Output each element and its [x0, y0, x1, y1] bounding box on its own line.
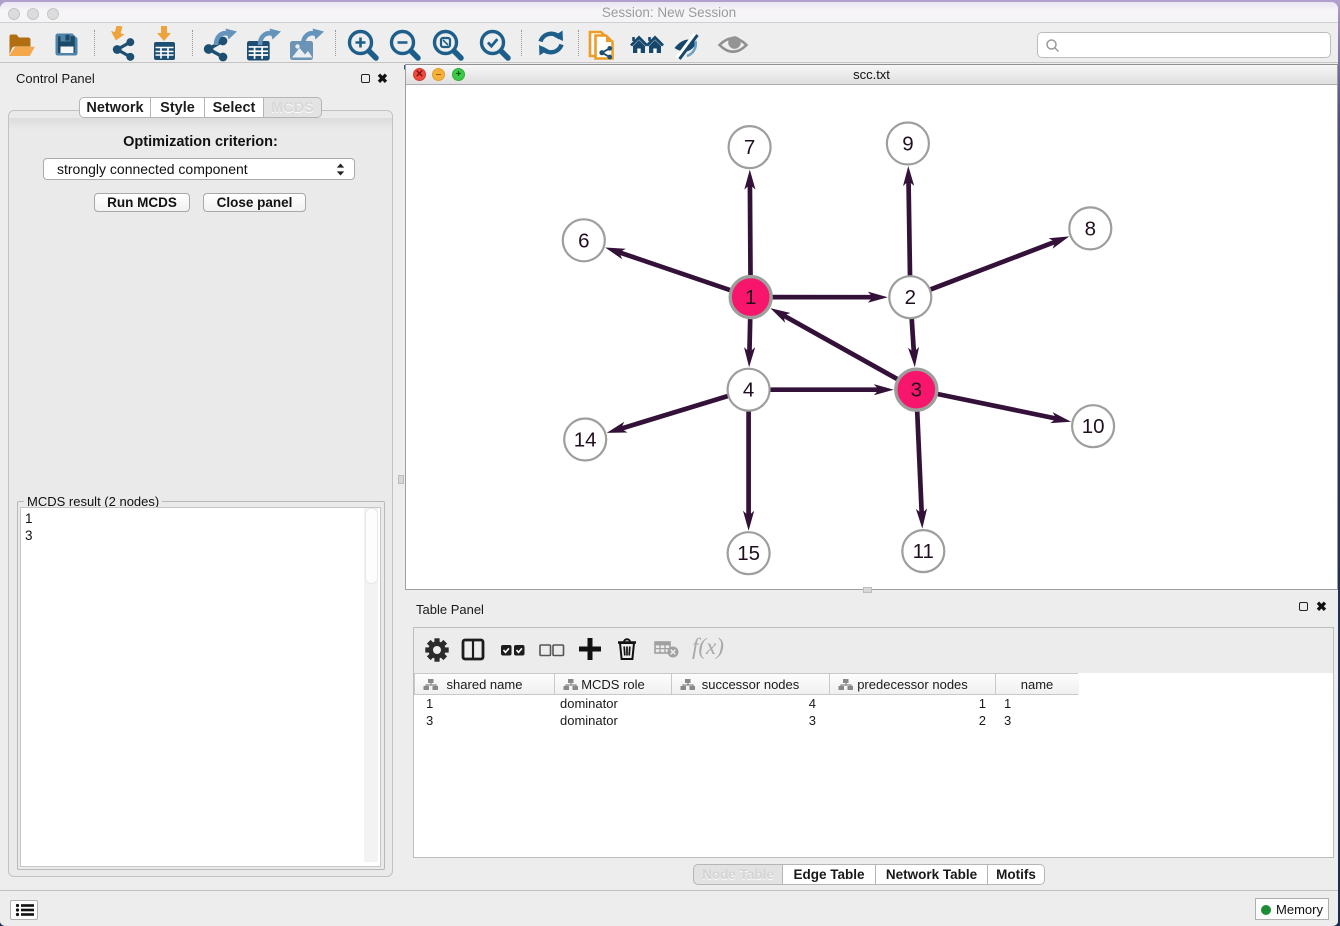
svg-text:3: 3 — [911, 379, 922, 402]
svg-text:1: 1 — [745, 286, 756, 309]
svg-text:6: 6 — [578, 229, 589, 252]
svg-text:2: 2 — [905, 286, 916, 309]
svg-text:14: 14 — [574, 429, 597, 452]
svg-text:10: 10 — [1082, 415, 1105, 438]
svg-text:15: 15 — [737, 542, 760, 565]
svg-text:9: 9 — [902, 133, 913, 156]
svg-text:4: 4 — [743, 379, 754, 402]
svg-text:8: 8 — [1085, 217, 1096, 240]
svg-text:7: 7 — [744, 136, 755, 159]
svg-text:11: 11 — [913, 540, 934, 563]
